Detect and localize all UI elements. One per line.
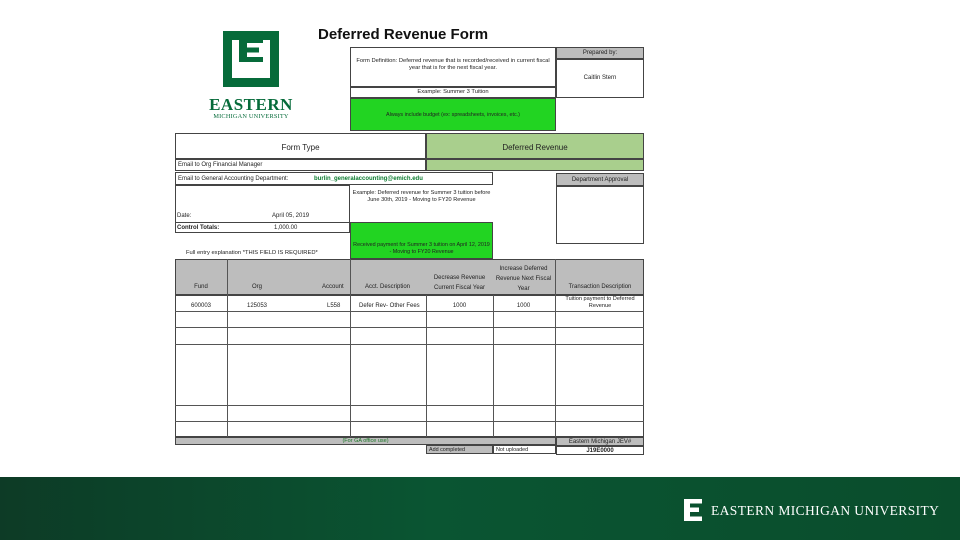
jev-value-box[interactable]: J19E0000 (556, 446, 644, 455)
note-box: Always include budget (ex: spreadsheets,… (350, 98, 556, 131)
footer-block-e-icon (684, 499, 702, 521)
ga-use-note: (For GA office use) (342, 438, 389, 444)
explanation-label: Full entry explanation *THIS FIELD IS RE… (186, 250, 318, 256)
email-org-fill (426, 159, 644, 171)
uploaded-box[interactable]: Not uploaded (493, 445, 556, 454)
explanation-box[interactable]: Received payment for Summer 3 tuition on… (350, 222, 493, 259)
email-org-text: Email to Org Financial Manager (178, 162, 263, 168)
ga-use-bar: (For GA office use) (175, 437, 556, 445)
control-label: Control Totals: (177, 225, 220, 231)
footer-wordmark: EASTERN MICHIGAN UNIVERSITY (711, 503, 940, 518)
date-label: Date: (177, 213, 192, 219)
form-type-value: Deferred Revenue (502, 143, 568, 152)
date-block (175, 185, 350, 222)
control-value[interactable]: 1,000.00 (274, 225, 297, 232)
table-body (175, 295, 644, 437)
uploaded-status: Not uploaded (496, 447, 529, 453)
cell-org[interactable]: 125053 (227, 303, 287, 310)
prepared-label-box: Prepared by: (556, 47, 644, 59)
col-header-transaction: Transaction Description (568, 284, 632, 290)
definition-text: Form Definition: Deferred revenue that i… (356, 58, 550, 71)
note-text: Always include budget (ex: spreadsheets,… (386, 112, 520, 118)
col-header-org: Org (251, 284, 262, 290)
block-e-icon (239, 38, 263, 62)
col-header-decrease: Decrease Revenue Current Fiscal Year (433, 275, 486, 291)
control-row: Control Totals: 1,000.00 (175, 222, 350, 233)
email-gen-label: Email to General Accounting Department: (178, 176, 289, 182)
example-text: Example: Summer 3 Tuition (417, 89, 489, 95)
cell-account[interactable]: L558 (327, 303, 340, 310)
col-header-acct-desc: Acct. Description (364, 284, 410, 290)
example-description: Example: Deferred revenue for Summer 3 t… (352, 190, 491, 203)
email-gen-row: Email to General Accounting Department: … (175, 172, 493, 185)
jev-label-box: Eastern Michigan JEV# (556, 437, 644, 446)
jev-label: Eastern Michigan JEV# (568, 439, 632, 445)
cell-fund[interactable]: 600003 (175, 303, 227, 310)
form-title: Deferred Revenue Form (318, 26, 489, 43)
emu-logo-mark (223, 31, 279, 87)
logo-subline: MICHIGAN UNIVERSITY (213, 113, 289, 120)
email-org-row: Email to Org Financial Manager (175, 159, 426, 171)
example-box: Example: Summer 3 Tuition (350, 87, 556, 98)
prepared-label: Prepared by: (582, 50, 618, 56)
cell-increase[interactable]: 1000 (493, 303, 554, 310)
added-box[interactable]: Add completed (426, 445, 493, 454)
prepared-name: Caitlin Stern (583, 75, 617, 81)
col-header-increase: Increase Deferred Revenue Next Fiscal Ye… (495, 266, 552, 292)
dept-approval-label: Department Approval (571, 177, 629, 183)
prepared-name-box[interactable]: Caitlin Stern (556, 59, 644, 98)
cell-acct-desc[interactable]: Defer Rev- Other Fees (359, 303, 420, 310)
jev-value: J19E0000 (586, 448, 614, 454)
form-type-label-box: Form Type (175, 133, 426, 159)
dept-approval-field[interactable] (556, 186, 644, 244)
date-value[interactable]: April 05, 2019 (272, 213, 309, 220)
cell-transaction[interactable]: Tuition payment to Deferred Revenue (556, 296, 644, 310)
email-gen-address[interactable]: burlin_generalaccounting@emich.edu (314, 176, 423, 183)
added-status: Add completed (429, 447, 465, 453)
dept-approval-label-box: Department Approval (556, 173, 644, 186)
col-header-account: Account (322, 284, 344, 290)
form-type-value-box: Deferred Revenue (426, 133, 644, 159)
cell-decrease[interactable]: 1000 (426, 303, 493, 310)
col-header-fund: Fund (194, 284, 208, 290)
logo-wordmark: EASTERN (209, 95, 293, 114)
definition-box: Form Definition: Deferred revenue that i… (350, 47, 556, 87)
form-type-label: Form Type (281, 143, 320, 152)
explanation-value: Received payment for Summer 3 tuition on… (353, 242, 490, 255)
